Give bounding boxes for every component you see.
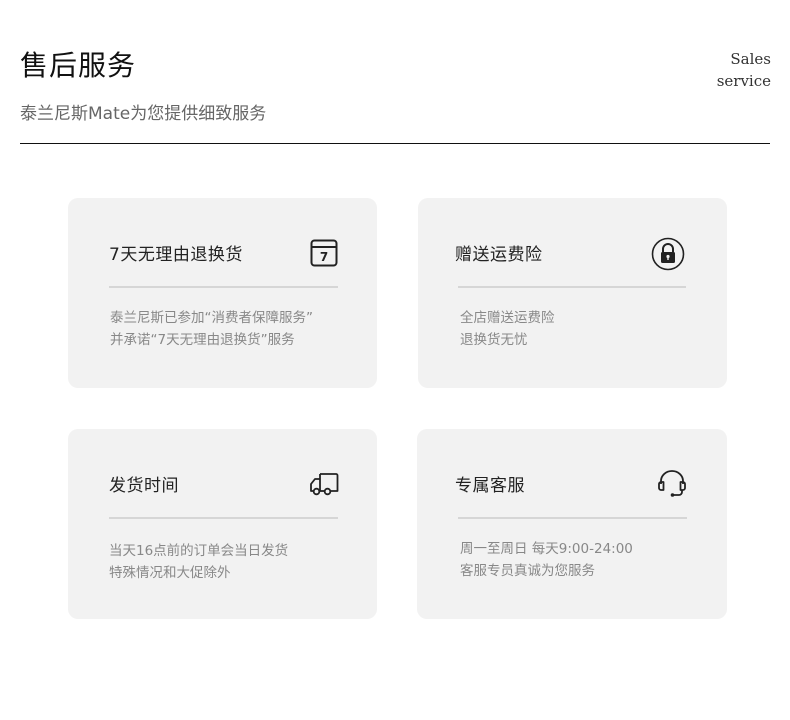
card-description: 周一至周日 每天9:00-24:00 客服专员真诚为您服务: [460, 538, 633, 582]
card-description: 当天16点前的订单会当日发货 特殊情况和大促除外: [109, 540, 288, 584]
card-description-line-2: 特殊情况和大促除外: [109, 565, 231, 581]
card-title: 赠送运费险: [455, 245, 543, 265]
card-divider: [109, 286, 338, 288]
card-title: 发货时间: [109, 476, 179, 496]
service-card-insurance: 赠送运费险 全店赠送运费险 退换货无忧: [418, 198, 727, 388]
card-description-line-1: 泰兰尼斯已参加“消费者保障服务”: [110, 310, 313, 326]
page-subtitle: 泰兰尼斯Mate为您提供细致服务: [20, 104, 267, 124]
card-title: 专属客服: [455, 476, 525, 496]
card-divider: [109, 517, 338, 519]
english-title: Sales service: [717, 48, 771, 92]
card-divider: [458, 517, 687, 519]
card-description: 全店赠送运费险 退换货无忧: [460, 307, 555, 351]
card-divider: [458, 286, 686, 288]
lock-icon: [651, 237, 685, 271]
delivery-truck-icon: [309, 469, 339, 499]
english-title-line-2: service: [716, 72, 771, 90]
card-description-line-1: 周一至周日 每天9:00-24:00: [460, 541, 633, 557]
headset-icon: [657, 469, 687, 499]
service-card-delivery: 发货时间 当天16点前的订单会当日发货 特殊情况和大促除外: [68, 429, 377, 619]
card-description: 泰兰尼斯已参加“消费者保障服务” 并承诺“7天无理由退换货”服务: [110, 307, 313, 351]
card-description-line-1: 当天16点前的订单会当日发货: [109, 543, 289, 559]
card-description-line-2: 客服专员真诚为您服务: [460, 563, 595, 579]
service-card-customer-service: 专属客服 周一至周日 每天9:00-24:00 客服专员真诚为您服务: [417, 429, 727, 619]
english-title-line-1: Sales: [730, 50, 771, 68]
calendar-icon-number: 7: [320, 250, 328, 264]
card-description-line-1: 全店赠送运费险: [460, 310, 555, 326]
service-card-return: 7天无理由退换货 7 泰兰尼斯已参加“消费者保障服务” 并承诺“7天无理由退换货…: [68, 198, 377, 388]
card-title: 7天无理由退换货: [109, 245, 243, 265]
card-description-line-2: 退换货无忧: [460, 332, 528, 348]
calendar-7-icon: 7: [309, 238, 339, 268]
card-description-line-2: 并承诺“7天无理由退换货”服务: [110, 332, 295, 348]
header-divider: [20, 143, 770, 144]
page-title: 售后服务: [20, 49, 137, 82]
